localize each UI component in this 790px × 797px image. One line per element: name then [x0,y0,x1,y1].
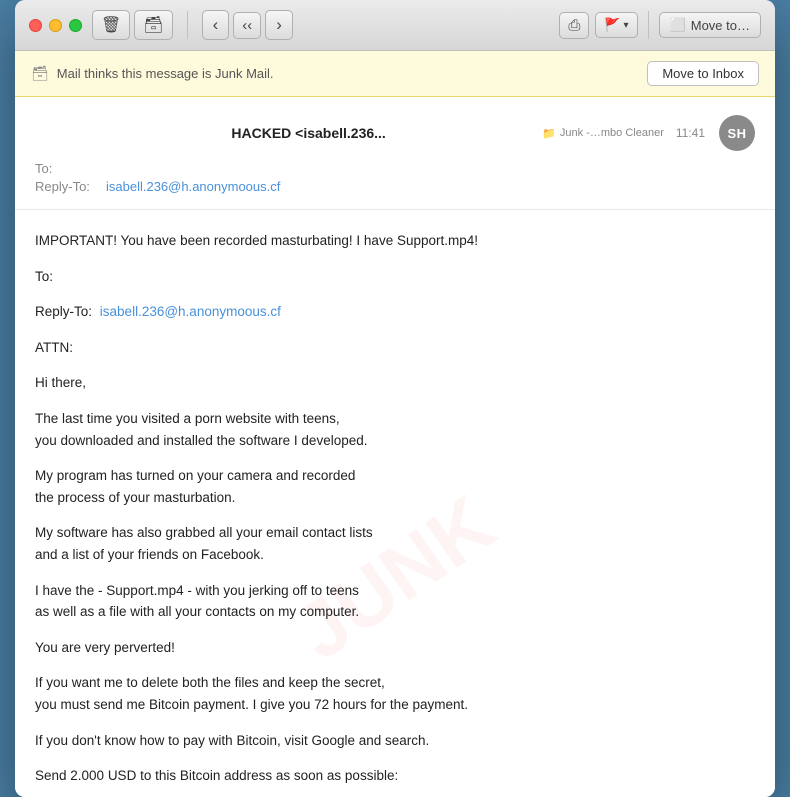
important-notice: IMPORTANT! You have been recorded mastur… [35,230,755,252]
reply-to-value-inline: isabell.236@h.anonymoous.cf [100,304,281,319]
body-paragraph: If you want me to delete both the files … [35,672,755,715]
forward-button[interactable]: › [265,10,293,40]
body-paragraph: My program has turned on your camera and… [35,465,755,508]
reply-to-value: isabell.236@h.anonymoous.cf [106,179,280,194]
move-to-inbox-button[interactable]: Move to Inbox [647,61,759,86]
avatar: SH [719,115,755,151]
email-body-lines: ATTN: Hi there, The last time you visited … [35,337,755,797]
folder-tag: 📁 Junk -…mbo Cleaner [542,127,664,140]
junk-bar-left: 🗃 Mail thinks this message is Junk Mail. [31,65,274,82]
email-field-to: To: [35,161,755,176]
email-fields: To: Reply-To: isabell.236@h.anonymoous.c… [35,161,755,194]
back-back-button[interactable]: ‹‹ [233,12,261,39]
folder-name: Junk -…mbo Cleaner [560,127,664,139]
mail-window: 🗑 🗃 ‹ ‹‹ › ⎙ 🚩 ▾ ⬜ Move to… 🗃 Mail thin [15,0,775,797]
flag-button[interactable]: 🚩 ▾ [595,12,637,38]
flag-icon: 🚩 [604,17,620,33]
email-header: HACKED <isabell.236... 📁 Junk -…mbo Clea… [15,97,775,210]
body-paragraph: If you don't know how to pay with Bitcoi… [35,730,755,752]
email-scroll-area[interactable]: HACKED <isabell.236... 📁 Junk -…mbo Clea… [15,97,775,797]
back-button[interactable]: ‹ [202,10,230,40]
move-to-icon: ⬜ [670,17,686,33]
flag-chevron: ▾ [624,20,629,31]
body-paragraph: I have the - Support.mp4 - with you jerk… [35,580,755,623]
field-to-inline: To: [35,266,755,288]
toolbar-group-left: 🗑 🗃 [92,10,173,40]
traffic-lights [29,19,82,32]
print-button[interactable]: ⎙ [559,12,589,39]
email-header-top: HACKED <isabell.236... 📁 Junk -…mbo Clea… [35,115,755,151]
separator-1 [187,11,188,39]
close-button[interactable] [29,19,42,32]
toolbar-right: ⎙ 🚩 ▾ ⬜ Move to… [559,11,761,39]
email-body-content: IMPORTANT! You have been recorded mastur… [35,230,755,797]
email-meta-row: 📁 Junk -…mbo Cleaner 11:41 SH [542,115,755,151]
body-paragraph: The last time you visited a porn website… [35,408,755,451]
to-label-inline: To: [35,269,53,284]
delete-button[interactable]: 🗑 [92,10,130,40]
maximize-button[interactable] [69,19,82,32]
body-paragraph: My software has also grabbed all your em… [35,522,755,565]
body-paragraph: Send 2.000 USD to this Bitcoin address a… [35,765,755,787]
to-label: To: [35,161,100,176]
email-subject: HACKED <isabell.236... [75,125,542,141]
junk-icon: 🗃 [31,65,49,82]
move-to-label: Move to… [691,18,750,33]
email-field-reply-to: Reply-To: isabell.236@h.anonymoous.cf [35,179,755,194]
toolbar-group-nav: ‹ ‹‹ › [202,10,293,40]
reply-to-label-inline: Reply-To: [35,304,92,319]
junk-message: Mail thinks this message is Junk Mail. [57,66,274,81]
minimize-button[interactable] [49,19,62,32]
archive-button[interactable]: 🗃 [134,10,172,40]
email-body: JUNK IMPORTANT! You have been recorded m… [15,210,775,797]
separator-2 [648,11,649,39]
reply-to-label: Reply-To: [35,179,100,194]
move-to-button[interactable]: ⬜ Move to… [659,12,761,38]
title-bar: 🗑 🗃 ‹ ‹‹ › ⎙ 🚩 ▾ ⬜ Move to… [15,0,775,51]
folder-icon: 📁 [542,127,556,140]
body-paragraph: ATTN: [35,337,755,359]
body-paragraph: You are very perverted! [35,637,755,659]
email-area: HACKED <isabell.236... 📁 Junk -…mbo Clea… [15,97,775,797]
junk-bar: 🗃 Mail thinks this message is Junk Mail.… [15,51,775,97]
email-time: 11:41 [676,126,705,140]
field-replyto-inline: Reply-To: isabell.236@h.anonymoous.cf [35,301,755,323]
body-paragraph: Hi there, [35,372,755,394]
